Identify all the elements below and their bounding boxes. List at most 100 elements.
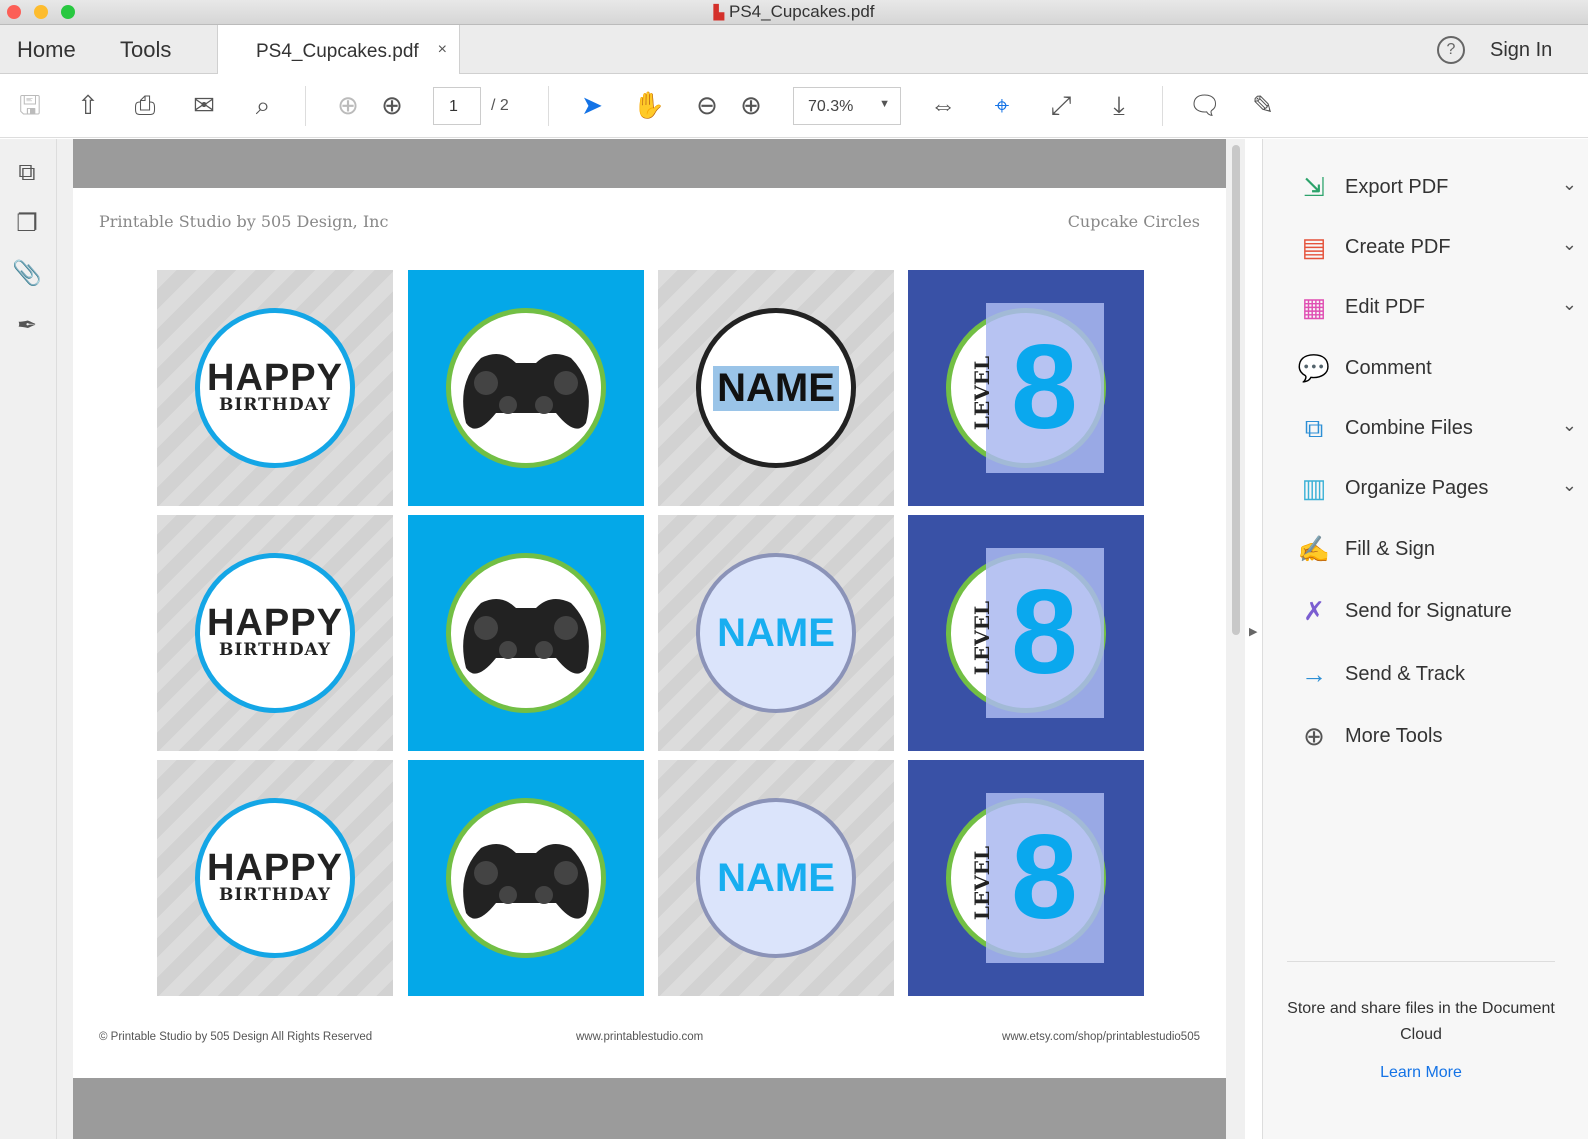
cupcake-circle-name: NAME [658, 760, 894, 996]
birthday-text: BIRTHDAY [218, 885, 332, 905]
zoom-select[interactable]: 70.3% ▼ [793, 87, 901, 125]
page-header-right: Cupcake Circles [1067, 212, 1200, 231]
copy-pages-icon[interactable]: ❐ [10, 209, 44, 243]
tool-label: Fill & Sign [1345, 538, 1436, 560]
scrolling-mode-icon[interactable]: ⤓ [1102, 88, 1136, 122]
minimize-window-button[interactable] [34, 5, 48, 19]
happy-text: HAPPY [207, 357, 343, 399]
send-track-icon: → [1301, 659, 1327, 689]
tool-comment[interactable]: 💬 Comment [1297, 349, 1567, 389]
export-pdf-icon: ⇲ [1303, 172, 1325, 202]
expand-right-icon[interactable]: ▶ [1249, 625, 1257, 638]
upload-cloud-icon[interactable]: ⇧ [71, 88, 105, 122]
page-number-input[interactable]: 1 [433, 87, 481, 125]
tool-label: Create PDF [1345, 236, 1451, 258]
cupcake-circle-controller [408, 760, 644, 996]
hand-tool-icon[interactable]: ✋ [632, 88, 666, 122]
cloud-promo-text: Store and share files in the Document Cl… [1287, 1000, 1555, 1043]
tool-label: Organize Pages [1345, 477, 1489, 499]
attachment-icon[interactable]: 📎 [10, 259, 44, 293]
tool-label: Comment [1345, 357, 1432, 379]
save-icon[interactable]: 🖫 [13, 88, 47, 122]
name-text: NAME [717, 610, 835, 655]
tools-panel: Store and share files in the Document Cl… [1262, 139, 1588, 1139]
pdf-file-icon: ▙ [713, 4, 725, 20]
create-pdf-icon: ▤ [1301, 232, 1327, 262]
tool-edit-pdf[interactable]: ▦ Edit PDF ⌄ [1297, 288, 1577, 328]
happy-text: HAPPY [207, 602, 343, 644]
learn-more-link[interactable]: Learn More [1287, 1060, 1555, 1086]
tab-document[interactable]: PS4_Cupcakes.pdf × [217, 25, 460, 75]
game-controller-icon [463, 844, 589, 919]
tool-export-pdf[interactable]: ⇲ Export PDF ⌄ [1297, 168, 1577, 208]
chevron-down-icon[interactable]: ⌄ [1562, 234, 1577, 255]
close-tab-icon[interactable]: × [438, 41, 447, 59]
chevron-down-icon[interactable]: ⌄ [1562, 475, 1577, 496]
level-number: 8 [1011, 320, 1078, 454]
zoom-out-icon[interactable]: ⊖ [690, 88, 724, 122]
tool-fill-sign[interactable]: ✍ Fill & Sign [1297, 530, 1567, 570]
document-cloud-promo: Store and share files in the Document Cl… [1287, 961, 1555, 1086]
signature-icon[interactable]: ✒ [10, 311, 44, 345]
zoom-in-icon[interactable]: ⊕ [734, 88, 768, 122]
page-footer-left: © Printable Studio by 505 Design All Rig… [99, 1031, 373, 1043]
fill-sign-icon: ✍ [1297, 534, 1331, 564]
tab-tools[interactable]: Tools [120, 37, 171, 63]
page-footer-center: www.printablestudio.com [576, 1031, 704, 1043]
highlight-pen-icon[interactable]: ✎ [1246, 88, 1280, 122]
cupcake-circle-controller [408, 270, 644, 506]
cupcake-circle-happy-birthday: HAPPY BIRTHDAY [157, 760, 393, 996]
tool-label: Send for Signature [1345, 600, 1512, 622]
tool-organize-pages[interactable]: ▥ Organize Pages ⌄ [1297, 469, 1577, 509]
more-tools-icon: ⊕ [1303, 721, 1325, 751]
print-icon[interactable]: ⎙ [128, 88, 162, 122]
chevron-down-icon[interactable]: ⌄ [1562, 294, 1577, 315]
chevron-down-icon[interactable]: ⌄ [1562, 415, 1577, 436]
close-window-button[interactable] [7, 5, 21, 19]
tool-label: Export PDF [1345, 176, 1449, 198]
page-total: / 2 [491, 97, 509, 114]
zoom-window-button[interactable] [61, 5, 75, 19]
tool-more-tools[interactable]: ⊕ More Tools [1297, 717, 1567, 757]
vertical-scrollbar[interactable] [1232, 145, 1240, 635]
tool-label: Combine Files [1345, 417, 1473, 439]
tool-combine-files[interactable]: ⧉ Combine Files ⌄ [1297, 409, 1577, 449]
level-text: LEVEL [970, 600, 995, 676]
tab-bar: Home Tools PS4_Cupcakes.pdf × ? Sign In [0, 25, 1588, 75]
tool-label: Edit PDF [1345, 296, 1426, 318]
cupcake-circle-controller [408, 515, 644, 751]
cupcake-circle-level-8: LEVEL 8 [908, 515, 1144, 751]
page-header-left: Printable Studio by 505 Design, Inc [99, 212, 389, 231]
help-icon[interactable]: ? [1437, 36, 1465, 64]
birthday-text: BIRTHDAY [218, 395, 332, 415]
left-navigation-rail: ⧉ ❐ 📎 ✒ ◀ [0, 139, 68, 1139]
game-controller-icon [463, 599, 589, 674]
search-icon[interactable]: ⌕ [246, 88, 280, 122]
name-text: NAME [717, 855, 835, 900]
cupcake-circle-level-8: LEVEL 8 [908, 760, 1144, 996]
cupcake-circle-happy-birthday: HAPPY BIRTHDAY [157, 515, 393, 751]
tool-send-for-signature[interactable]: ✗ Send for Signature [1297, 592, 1567, 632]
tab-home[interactable]: Home [17, 37, 76, 63]
level-number: 8 [1011, 810, 1078, 944]
comment-icon[interactable]: 🗨 [1188, 88, 1222, 122]
next-page-icon[interactable]: ⊕ [375, 88, 409, 122]
email-icon[interactable]: ✉ [187, 88, 221, 122]
previous-page-icon[interactable]: ⊕ [331, 88, 365, 122]
tool-create-pdf[interactable]: ▤ Create PDF ⌄ [1297, 228, 1577, 268]
fit-page-icon[interactable]: ⌖ [985, 88, 1019, 122]
document-viewer: Printable Studio by 505 Design, Inc Cupc… [57, 139, 1257, 1139]
edit-pdf-icon: ▦ [1301, 292, 1327, 322]
cupcake-circle-level-8: LEVEL 8 [908, 270, 1144, 506]
fit-width-icon[interactable]: ⇔ [926, 88, 960, 122]
full-screen-icon[interactable]: ⤢ [1044, 88, 1078, 122]
tool-label: Send & Track [1345, 663, 1466, 685]
tool-send-track[interactable]: → Send & Track [1297, 655, 1567, 695]
page-thumbnails-icon[interactable]: ⧉ [10, 159, 44, 193]
level-text: LEVEL [970, 355, 995, 431]
select-tool-icon[interactable]: ➤ [575, 88, 609, 122]
sign-in-link[interactable]: Sign In [1490, 39, 1552, 62]
chevron-down-icon[interactable]: ⌄ [1562, 174, 1577, 195]
happy-text: HAPPY [207, 847, 343, 889]
level-text: LEVEL [970, 845, 995, 921]
